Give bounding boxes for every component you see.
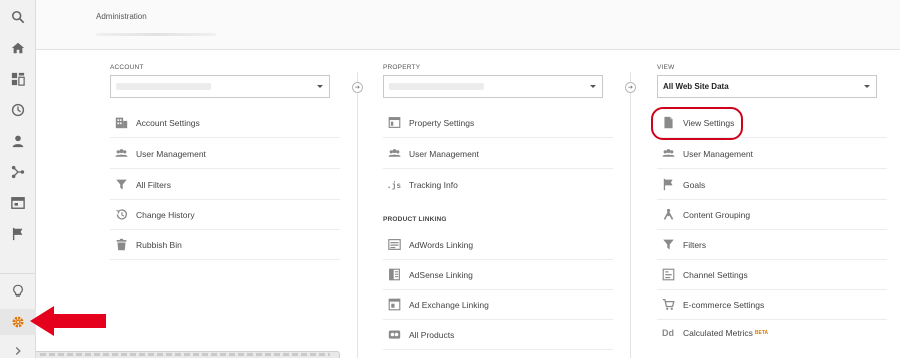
caret-down-icon [864,85,870,88]
channel-settings-link[interactable]: Channel Settings [657,260,887,290]
menu-item-label: Filters [683,239,707,250]
conversions-flag-icon[interactable] [0,221,36,247]
audience-person-icon[interactable] [0,128,36,154]
arrow-right-icon: ➔ [352,82,363,93]
adwords-icon [383,238,405,252]
property-label: PROPERTY [383,64,421,71]
ecommerce-settings-link[interactable]: E-commerce Settings [657,290,887,320]
menu-item-label: Goals [683,179,706,190]
users-group-icon [657,147,679,161]
view-selector-value: All Web Site Data [663,82,729,91]
menu-item-label: Account Settings [136,117,200,128]
menu-item-label: User Management [409,148,479,159]
menu-item-label: Tracking Info [409,180,458,190]
change-history-link[interactable]: Change History [110,200,340,230]
product-linking-heading: PRODUCT LINKING [383,216,447,223]
ad-exchange-linking-link[interactable]: Ad Exchange Linking [383,290,613,320]
view-selector[interactable]: All Web Site Data [657,75,877,98]
all-filters-link[interactable]: All Filters [110,170,340,200]
menu-item-label: Rubbish Bin [136,239,182,250]
all-products-link[interactable]: All Products [383,320,613,350]
property-user-management-link[interactable]: User Management [383,139,613,169]
menu-item-label: User Management [136,148,206,159]
expand-chevron-icon[interactable] [0,338,36,358]
property-selector-value-redacted [389,83,484,90]
account-breadcrumb-redacted [96,33,216,36]
history-icon [110,208,132,222]
caret-down-icon [317,85,323,88]
view-filters-link[interactable]: Filters [657,230,887,260]
menu-item-label: User Management [683,148,753,159]
rubbish-bin-link[interactable]: Rubbish Bin [110,230,340,260]
realtime-clock-icon[interactable] [0,97,36,123]
rail-divider [0,273,36,274]
property-settings-link[interactable]: Property Settings [383,108,613,138]
account-label: ACCOUNT [110,64,144,71]
adwords-linking-link[interactable]: AdWords Linking [383,230,613,260]
acquisition-icon[interactable] [0,159,36,185]
flag-icon [657,178,679,192]
admin-header: Administration [36,0,900,50]
menu-item-label: AdSense Linking [409,269,473,280]
shopping-cart-icon [657,298,679,312]
calculated-metrics-icon: Dd [662,328,674,338]
account-selector-value-redacted [116,83,211,90]
caret-down-icon [590,85,596,88]
beta-badge: BETA [754,330,769,336]
all-products-icon [383,328,405,342]
browser-status-bar [36,351,340,358]
menu-item-label: Property Settings [409,117,475,128]
arrow-right-icon: ➔ [625,82,636,93]
view-settings-highlight-annotation [651,107,743,140]
ad-exchange-icon [383,298,405,312]
account-user-management-link[interactable]: User Management [110,139,340,169]
adsense-icon [383,268,405,282]
filter-funnel-icon [110,178,132,192]
status-url-redacted [40,353,330,356]
customization-icon[interactable] [0,66,36,92]
content-grouping-icon [657,208,679,222]
menu-item-label: Calculated Metrics [683,328,753,338]
home-icon[interactable] [0,35,36,61]
discover-lightbulb-icon[interactable] [0,278,36,304]
search-icon[interactable] [0,4,36,30]
calculated-metrics-link[interactable]: Dd Calculated Metrics BETA [657,318,887,348]
behavior-icon[interactable] [0,190,36,216]
window-settings-icon [383,116,405,130]
tracking-info-link[interactable]: .js Tracking Info [383,170,613,200]
property-selector[interactable] [383,75,603,98]
channel-settings-icon [657,268,679,282]
menu-item-label: Change History [136,209,195,220]
content-grouping-link[interactable]: Content Grouping [657,200,887,230]
menu-item-label: All Products [409,329,455,340]
menu-item-label: Ad Exchange Linking [409,299,489,310]
filter-funnel-icon [657,238,679,252]
account-selector[interactable] [110,75,330,98]
menu-item-label: Content Grouping [683,209,751,220]
menu-item-label: All Filters [136,179,171,190]
menu-item-label: E-commerce Settings [683,299,765,310]
adsense-linking-link[interactable]: AdSense Linking [383,260,613,290]
red-arrow-annotation [30,306,106,336]
column-divider [357,72,358,358]
building-icon [110,116,132,130]
goals-link[interactable]: Goals [657,170,887,200]
trash-bin-icon [110,238,132,252]
view-user-management-link[interactable]: User Management [657,139,887,169]
view-label: VIEW [657,64,675,71]
column-divider [630,72,631,358]
menu-item-label: AdWords Linking [409,239,474,250]
users-group-icon [110,147,132,161]
javascript-icon: .js [386,180,402,190]
account-settings-link[interactable]: Account Settings [110,108,340,138]
page-title: Administration [96,12,147,21]
menu-item-label: Channel Settings [683,269,748,280]
users-group-icon [383,147,405,161]
